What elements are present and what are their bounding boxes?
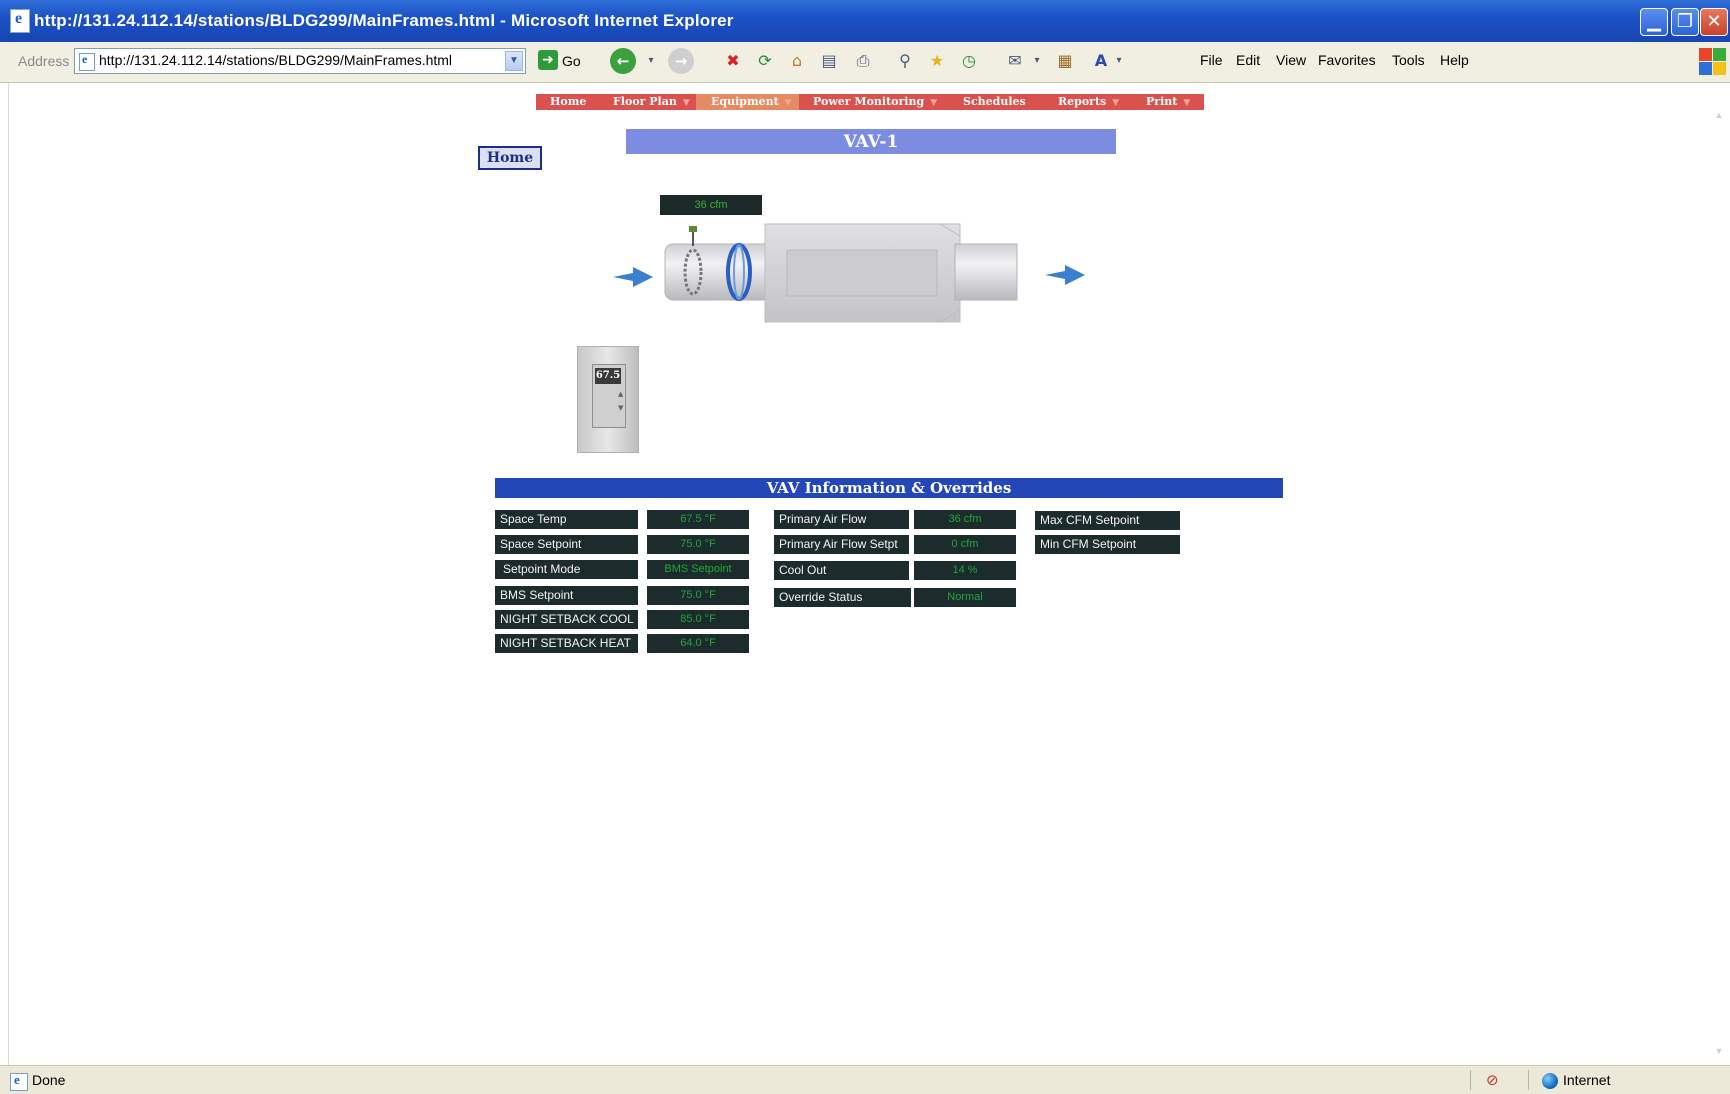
page-icon-button[interactable]: ▤ — [818, 50, 840, 72]
cool-out-value: 14 % — [914, 561, 1016, 580]
status-bar: Done ⊘ Internet — [0, 1065, 1730, 1094]
main-nav: Home Floor Plan ▼ Equipment ▼ Power Monito… — [536, 94, 1204, 110]
primary-air-flow-setpt-label: Primary Air Flow Setpt — [774, 535, 909, 554]
caret-icon: ▼ — [682, 98, 690, 108]
history-icon[interactable]: ◷ — [958, 50, 980, 72]
go-arrow-icon[interactable]: ➜ — [538, 50, 558, 70]
menu-favorites[interactable]: Favorites — [1318, 52, 1376, 68]
nav-floor-plan[interactable]: Floor Plan ▼ — [613, 94, 690, 110]
window-title: http://131.24.112.14/stations/BLDG299/Ma… — [34, 11, 734, 30]
override-status-label: Override Status — [774, 588, 911, 607]
nav-reports[interactable]: Reports ▼ — [1058, 94, 1119, 110]
page-status-icon — [10, 1072, 28, 1091]
caret-icon: ▼ — [1183, 98, 1191, 108]
refresh-icon[interactable]: ⟳ — [754, 50, 776, 72]
back-icon[interactable]: ← — [610, 48, 636, 74]
max-cfm-setpoint-label: Max CFM Setpoint — [1035, 511, 1180, 530]
address-input[interactable] — [99, 52, 499, 68]
minimize-button[interactable]: ▁ — [1640, 8, 1668, 36]
nav-equipment[interactable]: Equipment ▼ — [711, 94, 792, 110]
space-setpoint-value[interactable]: 75.0 °F — [647, 535, 749, 554]
maximize-button[interactable]: ❐ — [1671, 8, 1699, 36]
home-icon[interactable]: ⌂ — [786, 50, 808, 72]
nav-power-monitoring[interactable]: Power Monitoring ▼ — [813, 94, 937, 110]
space-temp-label: Space Temp — [495, 510, 638, 529]
menu-file[interactable]: File — [1200, 52, 1223, 68]
nav-print[interactable]: Print ▼ — [1146, 94, 1190, 110]
search-icon[interactable]: ⚲ — [894, 50, 916, 72]
status-divider — [1528, 1070, 1529, 1090]
menu-tools[interactable]: Tools — [1392, 52, 1425, 68]
address-bar[interactable]: ▼ — [74, 48, 526, 74]
favorites-star-icon[interactable]: ★ — [926, 50, 948, 72]
thermostat-arrows-icon: ▲ ▼ — [618, 390, 624, 412]
vav-unit-diagram — [613, 223, 1085, 323]
thermostat-temp: 67.5 — [595, 368, 621, 384]
cool-out-label: Cool Out — [774, 561, 909, 580]
address-dropdown-icon[interactable]: ▼ — [505, 51, 523, 71]
popup-blocked-icon[interactable]: ⊘ — [1486, 1071, 1506, 1091]
internet-zone-globe-icon — [1542, 1073, 1558, 1089]
primary-air-flow-value: 36 cfm — [914, 510, 1016, 529]
research-icon[interactable]: ▦ — [1054, 50, 1076, 72]
page-border — [8, 83, 9, 1065]
stop-icon[interactable]: ✖ — [722, 50, 744, 72]
menu-view[interactable]: View — [1276, 52, 1306, 68]
nav-home[interactable]: Home — [550, 94, 586, 110]
home-button[interactable]: Home — [478, 146, 542, 170]
text-size-dropdown-icon[interactable]: ▾ — [1108, 50, 1130, 72]
status-divider — [1470, 1070, 1471, 1090]
night-setback-heat-label: NIGHT SETBACK HEAT — [495, 634, 638, 653]
caret-icon: ▼ — [784, 98, 792, 108]
page-title: VAV-1 — [626, 129, 1116, 154]
space-setpoint-label: Space Setpoint — [495, 535, 638, 554]
space-temp-value: 67.5 °F — [647, 510, 749, 529]
outlet-arrow-icon — [1045, 265, 1085, 285]
night-setback-cool-label: NIGHT SETBACK COOL — [495, 610, 638, 629]
setpoint-mode-value[interactable]: BMS Setpoint — [647, 560, 749, 579]
nav-schedules[interactable]: Schedules — [963, 94, 1026, 110]
window-title-bar: http://131.24.112.14/stations/BLDG299/Ma… — [0, 0, 1730, 42]
go-button[interactable]: Go — [562, 53, 581, 69]
thermostat[interactable]: 67.5 ▲ ▼ — [577, 346, 639, 453]
bms-setpoint-value[interactable]: 75.0 °F — [647, 586, 749, 605]
ie-page-icon — [10, 9, 30, 33]
info-section-header: VAV Information & Overrides — [495, 478, 1283, 498]
mail-dropdown-icon[interactable]: ▾ — [1026, 50, 1048, 72]
primary-air-flow-label: Primary Air Flow — [774, 510, 909, 529]
caret-icon: ▼ — [1112, 98, 1120, 108]
back-dropdown-icon[interactable]: ▾ — [640, 50, 662, 72]
windows-logo-icon — [1697, 46, 1727, 76]
status-text: Done — [32, 1072, 66, 1088]
forward-icon[interactable]: → — [668, 48, 694, 74]
inlet-arrow-icon — [613, 267, 653, 287]
night-setback-cool-value[interactable]: 85.0 °F — [647, 610, 749, 629]
setpoint-mode-label: Setpoint Mode — [495, 560, 638, 579]
close-button[interactable]: ✕ — [1700, 8, 1728, 36]
override-status-value[interactable]: Normal — [914, 588, 1016, 607]
page-icon — [79, 52, 95, 71]
mail-icon[interactable]: ✉ — [1004, 50, 1026, 72]
thermostat-display: 67.5 ▲ ▼ — [592, 364, 626, 428]
menu-edit[interactable]: Edit — [1236, 52, 1260, 68]
security-zone-label: Internet — [1563, 1072, 1611, 1088]
vertical-scrollbar[interactable]: ▲ ▼ — [1712, 110, 1726, 1060]
bms-setpoint-label: BMS Setpoint — [495, 586, 638, 605]
browser-toolbar: Address ▼ ➜ Go ← ▾ → ✖ ⟳ ⌂ ▤ ⎙ ⚲ ★ ◷ ✉ ▾… — [0, 42, 1730, 83]
print-icon[interactable]: ⎙ — [852, 50, 874, 72]
min-cfm-setpoint-label: Min CFM Setpoint — [1035, 535, 1180, 554]
primary-air-flow-setpt-value[interactable]: 0 cfm — [914, 535, 1016, 554]
airflow-readout: 36 cfm — [660, 195, 762, 215]
night-setback-heat-value[interactable]: 64.0 °F — [647, 634, 749, 653]
menu-help[interactable]: Help — [1440, 52, 1469, 68]
address-label: Address — [18, 53, 70, 69]
caret-icon: ▼ — [930, 98, 938, 108]
